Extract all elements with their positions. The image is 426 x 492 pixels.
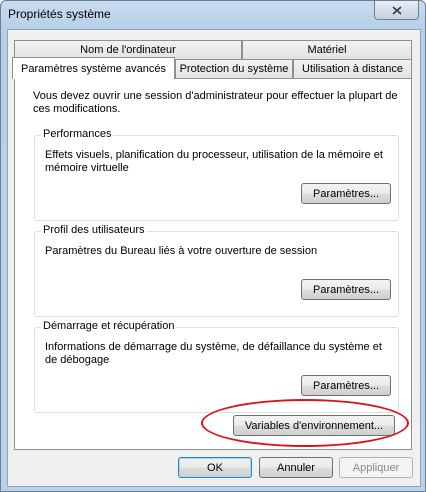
- tab-parametres-avances[interactable]: Paramètres système avancés: [12, 57, 175, 79]
- group-performances: Performances Effets visuels, planificati…: [34, 128, 399, 221]
- cancel-button[interactable]: Annuler: [259, 457, 333, 478]
- performances-settings-button[interactable]: Paramètres...: [301, 183, 391, 204]
- tab-label: Nom de l'ordinateur: [80, 44, 176, 56]
- group-description: Informations de démarrage du système, de…: [45, 341, 382, 366]
- dialog-client-area: Nom de l'ordinateur Matériel Paramètres …: [7, 29, 421, 487]
- close-button[interactable]: [374, 1, 419, 20]
- tab-label: Utilisation à distance: [302, 63, 403, 75]
- group-profil-utilisateurs: Profil des utilisateurs Paramètres du Bu…: [34, 224, 399, 317]
- system-properties-window: Propriétés système Nom de l'ordinateur M…: [0, 0, 426, 492]
- demarrage-settings-button[interactable]: Paramètres...: [301, 375, 391, 396]
- intro-text: Vous devez ouvrir une session d'administ…: [33, 90, 398, 115]
- group-description: Paramètres du Bureau liés à votre ouvert…: [45, 245, 318, 257]
- tab-label: Paramètres système avancés: [21, 62, 166, 75]
- tab-protection-systeme[interactable]: Protection du système: [175, 59, 293, 78]
- group-label: Profil des utilisateurs: [41, 224, 147, 236]
- tab-utilisation-distance[interactable]: Utilisation à distance: [293, 59, 412, 78]
- profil-settings-button[interactable]: Paramètres...: [301, 279, 391, 300]
- tab-panel: Vous devez ouvrir une session d'administ…: [14, 78, 412, 450]
- apply-button[interactable]: Appliquer: [339, 457, 413, 478]
- environment-variables-button[interactable]: Variables d'environnement...: [233, 415, 395, 436]
- tab-label: Protection du système: [179, 63, 289, 75]
- tab-label: Matériel: [307, 44, 347, 56]
- tab-materiel[interactable]: Matériel: [242, 40, 412, 59]
- group-label: Performances: [41, 128, 114, 140]
- close-icon: [391, 5, 402, 15]
- group-description: Effets visuels, planification du process…: [45, 149, 383, 174]
- group-demarrage-recuperation: Démarrage et récupération Informations d…: [34, 320, 399, 413]
- group-label: Démarrage et récupération: [41, 320, 177, 332]
- ok-button[interactable]: OK: [178, 457, 252, 478]
- window-title: Propriétés système: [8, 7, 111, 21]
